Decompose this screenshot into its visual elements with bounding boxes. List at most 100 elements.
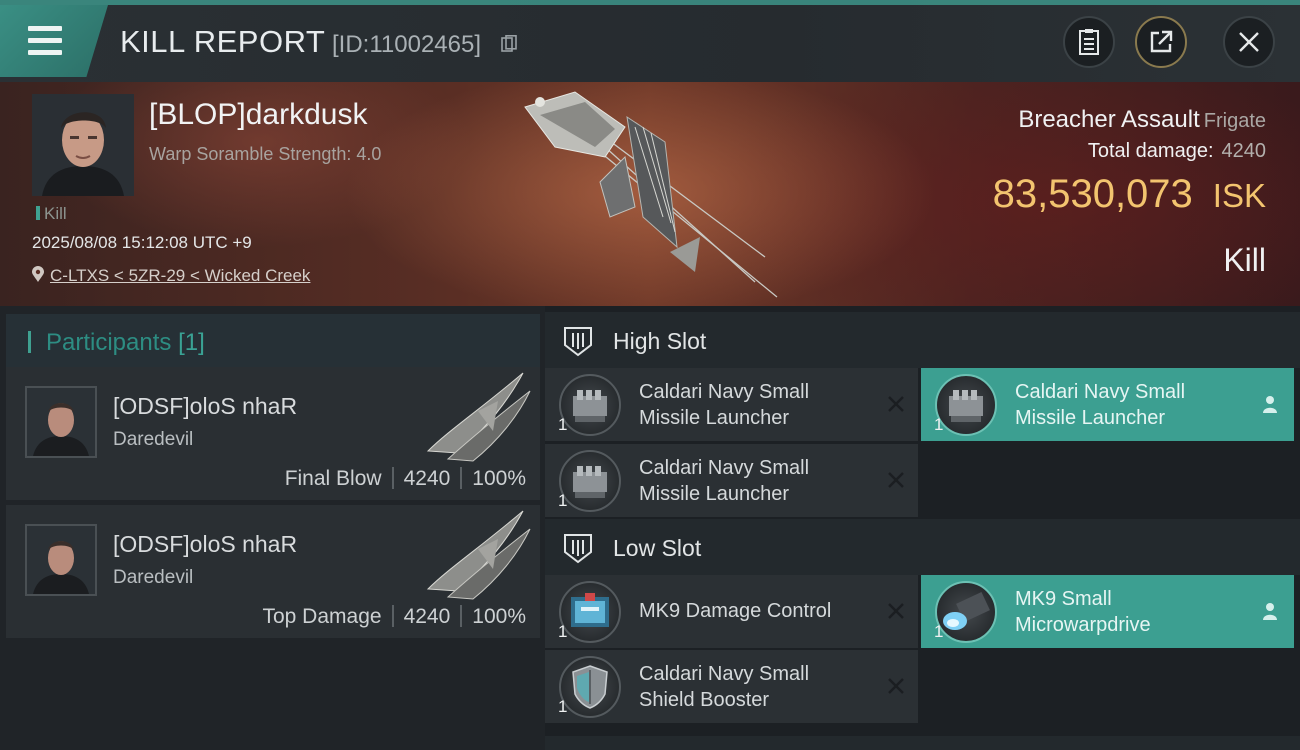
module-card[interactable]: 1 MK9 Damage Control — [545, 575, 918, 648]
participant-avatar[interactable] — [25, 524, 97, 596]
copy-icon[interactable] — [501, 35, 517, 53]
module-quantity: 1 — [558, 697, 568, 716]
high-slot-icon — [564, 327, 592, 357]
module-name-line2: Missile Launcher — [639, 407, 790, 429]
total-damage: Total damage: 4240 — [1088, 140, 1266, 163]
header-accent — [28, 331, 31, 353]
module-quantity: 1 — [558, 622, 568, 641]
close-button[interactable] — [1223, 16, 1275, 68]
separator — [460, 467, 463, 489]
destroyed-icon — [888, 472, 904, 488]
missile-launcher-icon — [559, 374, 621, 436]
warp-scramble-strength: Warp Soramble Strength: 4.0 — [149, 144, 382, 164]
kill-tag-label: Kill — [44, 204, 67, 223]
report-id: [ID:11002465] — [332, 31, 482, 58]
participant-stats: Top Damage 4240 100% — [262, 605, 526, 629]
participant-name[interactable]: [ODSF]oloS nhaR — [113, 531, 297, 558]
participant-stats: Final Blow 4240 100% — [285, 467, 526, 491]
module-quantity: 1 — [558, 415, 568, 434]
page-title: KILL REPORT — [120, 24, 326, 59]
module-name: Caldari Navy Small Missile Launcher — [639, 379, 869, 431]
module-name-line1: Caldari Navy Small — [639, 663, 810, 685]
separator — [391, 467, 394, 489]
participant-damage: 4240 — [403, 605, 451, 628]
clipboard-icon — [1079, 29, 1099, 55]
victim-ship[interactable]: Breacher Assault Frigate — [1018, 106, 1266, 134]
module-name-line1: MK9 Damage Control — [639, 600, 832, 622]
high-slot-header: High Slot — [545, 312, 1300, 368]
participant-role: Top Damage — [262, 605, 382, 628]
next-slot-header — [545, 736, 1300, 750]
isk-value: 83,530,073 ISK — [993, 172, 1266, 217]
module-quantity: 1 — [558, 491, 568, 510]
missile-launcher-icon — [935, 374, 997, 436]
participant-name[interactable]: [ODSF]oloS nhaR — [113, 393, 297, 420]
shield-booster-icon — [559, 656, 621, 718]
participants-title: Participants [1] — [46, 329, 205, 357]
module-card[interactable]: 1 MK9 Small Microwarpdrive — [921, 575, 1294, 648]
module-name: Caldari Navy Small Missile Launcher — [639, 455, 869, 507]
victim-portrait[interactable] — [32, 94, 134, 196]
module-name-line1: MK9 Small — [1015, 588, 1112, 610]
share-icon — [1150, 30, 1173, 53]
total-damage-label: Total damage: — [1087, 140, 1214, 162]
module-card[interactable]: 1 Caldari Navy Small Missile Launcher — [545, 368, 918, 441]
participant-card[interactable]: [ODSF]oloS nhaR Daredevil Final Blow 4240… — [6, 367, 540, 500]
module-card[interactable]: 1 Caldari Navy Small Missile Launcher — [545, 444, 918, 517]
participant-role: Final Blow — [284, 467, 382, 490]
module-name: MK9 Small Microwarpdrive — [1015, 586, 1245, 638]
kill-datetime: 2025/08/08 15:12:08 UTC +9 — [32, 233, 252, 252]
participants-title-text: Participants — [46, 329, 172, 356]
close-icon — [1239, 32, 1259, 52]
separator — [391, 605, 394, 627]
low-slot-title: Low Slot — [613, 535, 702, 561]
participant-ship: Daredevil — [113, 429, 194, 450]
module-name: MK9 Damage Control — [639, 598, 869, 624]
victim-ship-image — [524, 91, 778, 298]
location-link[interactable]: C-LTXS < 5ZR-29 < Wicked Creek — [50, 266, 310, 285]
portrait-image — [32, 94, 134, 196]
participant-ship-image — [426, 510, 531, 600]
destroyed-icon — [888, 603, 904, 619]
participant-avatar[interactable] — [25, 386, 97, 458]
victim-name[interactable]: [BLOP]darkdusk — [149, 98, 367, 132]
person-icon — [1263, 396, 1277, 413]
participants-panel: Participants [1] [ODSF]oloS nhaR Daredev… — [0, 306, 545, 750]
module-quantity: 1 — [934, 415, 944, 434]
participant-ship: Daredevil — [113, 567, 194, 588]
damage-control-icon — [559, 581, 621, 643]
module-card[interactable]: 1 Caldari Navy Small Shield Booster — [545, 650, 918, 723]
module-name-line2: Missile Launcher — [1015, 407, 1166, 429]
participant-ship-image — [426, 372, 531, 462]
victim-banner: [BLOP]darkdusk Warp Soramble Strength: 4… — [0, 82, 1300, 306]
clipboard-button[interactable] — [1063, 16, 1115, 68]
module-name-line2: Shield Booster — [639, 689, 770, 711]
module-name-line1: Caldari Navy Small — [639, 457, 810, 479]
destroyed-icon — [888, 678, 904, 694]
share-button[interactable] — [1135, 16, 1187, 68]
module-name: Caldari Navy Small Missile Launcher — [1015, 379, 1245, 431]
location-pin-icon — [32, 266, 44, 282]
isk-unit: ISK — [1212, 177, 1266, 214]
menu-icon-bar — [28, 50, 62, 55]
avatar-image — [27, 526, 95, 594]
module-name-line1: Caldari Navy Small — [1015, 381, 1186, 403]
menu-button[interactable] — [0, 5, 108, 77]
menu-icon — [28, 26, 62, 31]
participant-card[interactable]: [ODSF]oloS nhaR Daredevil Top Damage 4240… — [6, 505, 540, 638]
isk-amount: 83,530,073 — [992, 172, 1193, 216]
module-quantity: 1 — [934, 622, 944, 641]
module-card[interactable]: 1 Caldari Navy Small Missile Launcher — [921, 368, 1294, 441]
kill-tag-marker — [36, 206, 40, 220]
module-name: Caldari Navy Small Shield Booster — [639, 661, 869, 713]
participants-count: [1] — [178, 329, 205, 356]
kill-location[interactable]: C-LTXS < 5ZR-29 < Wicked Creek — [32, 266, 310, 286]
kill-tag: Kill — [36, 204, 67, 224]
avatar-image — [27, 388, 95, 456]
high-slot-title: High Slot — [613, 328, 707, 354]
participants-header: Participants [1] — [6, 314, 540, 369]
microwarpdrive-icon — [935, 581, 997, 643]
module-name-line2: Missile Launcher — [639, 483, 790, 505]
ship-name: Breacher Assault — [1018, 106, 1200, 133]
person-icon — [1263, 603, 1277, 620]
